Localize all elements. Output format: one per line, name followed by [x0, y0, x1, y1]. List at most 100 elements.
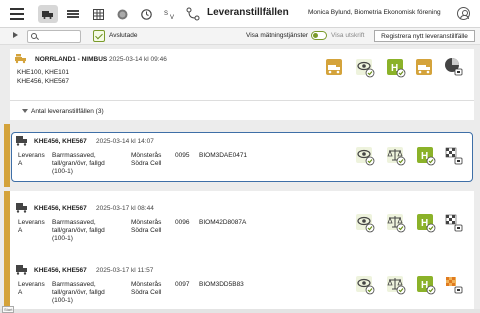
- truck-load-icon[interactable]: [326, 59, 342, 75]
- delivery-number: 0096: [175, 219, 190, 226]
- truck-icon: [16, 265, 27, 275]
- assortment-line1: Barrmassaved,: [52, 281, 96, 288]
- circle-tool-button[interactable]: [112, 5, 132, 23]
- divider: [10, 100, 474, 101]
- truck-icon: [42, 11, 53, 19]
- delivery-assortment: Barrmassaved, tall/gran/övr, fallgd (100-1…: [52, 281, 105, 305]
- page-title: Leveranstillfällen: [207, 7, 289, 18]
- bottom-bar: [0, 309, 480, 313]
- delivery-type: Leverans A: [18, 152, 45, 168]
- assortment-line3: (100-1): [52, 168, 73, 175]
- delivery-place: Mönsterås Södra Cell: [131, 281, 161, 297]
- user-icon[interactable]: [457, 7, 470, 20]
- routing-icon: [186, 7, 200, 21]
- delivery-date: 2025-03-17 kl 11:57: [96, 267, 154, 274]
- circle-icon: [117, 9, 127, 19]
- place-line1: Mönsterås: [131, 281, 162, 288]
- svg-text:S: S: [164, 11, 168, 17]
- group-vehicles-1: KHE100, KHE101: [17, 69, 70, 76]
- h-check-icon[interactable]: H: [417, 214, 437, 234]
- delivery-number: 0095: [175, 152, 190, 159]
- play-icon[interactable]: [13, 32, 18, 38]
- h-check-icon[interactable]: H: [387, 59, 407, 79]
- h-check-icon[interactable]: H: [417, 147, 437, 167]
- checkered-flag-lock-icon[interactable]: [444, 213, 464, 233]
- delivery-type-line1: Leverans: [18, 281, 45, 288]
- delivery-type: Leverans A: [18, 281, 45, 297]
- assortment-line1: Barrmassaved,: [52, 152, 96, 159]
- user-name: Monica Bylund, Biometria Ekonomisk fören…: [308, 9, 441, 16]
- delivery-assortment: Barrmassaved, tall/gran/övr, fallgd (100-1…: [52, 152, 105, 176]
- delivery-place: Mönsterås Södra Cell: [131, 219, 161, 235]
- group-vehicles-2: KHE456, KHE567: [17, 78, 70, 85]
- scale-check-icon[interactable]: [387, 147, 407, 167]
- truck-orange-icon[interactable]: [416, 59, 432, 75]
- assortment-line3: (100-1): [52, 235, 73, 242]
- grid-tool-button[interactable]: [88, 5, 108, 23]
- delivery-date: 2025-03-14 kl 14:07: [96, 138, 154, 145]
- row-accent: [4, 124, 10, 187]
- eye-check-icon[interactable]: [356, 214, 376, 234]
- bars-icon: [67, 10, 79, 18]
- svg-text:V: V: [170, 15, 174, 20]
- place-line2: Södra Cell: [131, 160, 162, 167]
- truck-tool-button[interactable]: [38, 5, 58, 23]
- assortment-line2: tall/gran/övr, fallgd: [52, 227, 105, 234]
- sv-tool-button[interactable]: SV: [160, 5, 180, 23]
- eye-check-icon[interactable]: [356, 59, 376, 79]
- group-date: 2025-03-14 kl 09:46: [109, 56, 167, 63]
- delivery-assortment: Barrmassaved, tall/gran/övr, fallgd (100-1…: [52, 219, 105, 243]
- scale-check-icon[interactable]: [387, 214, 407, 234]
- start-button[interactable]: Start: [2, 306, 15, 313]
- assortment-line1: Barrmassaved,: [52, 219, 96, 226]
- delivery-type-line2: A: [18, 160, 23, 167]
- delivery-vehicles: KHE456, KHE567: [34, 267, 87, 274]
- place-line1: Mönsterås: [131, 152, 162, 159]
- delivery-number: 0097: [175, 281, 190, 288]
- clock-icon: [140, 8, 152, 20]
- delivery-date: 2025-03-17 kl 08:44: [96, 205, 154, 212]
- menu-icon[interactable]: [10, 8, 24, 20]
- h-check-icon[interactable]: H: [417, 276, 437, 296]
- register-button[interactable]: Registrera nytt leveranstillfälle: [374, 30, 475, 42]
- group-title: NORRLAND1 - NIMBUS: [35, 56, 108, 63]
- place-line2: Södra Cell: [131, 289, 162, 296]
- delivery-id: BIOM3DD5B83: [199, 281, 244, 288]
- avslutade-label: Avslutade: [109, 32, 138, 39]
- matt-toggle[interactable]: [311, 31, 327, 40]
- truck-icon: [16, 203, 27, 213]
- visa-utskrift-label: Visa utskrift: [331, 32, 365, 39]
- delivery-type: Leverans A: [18, 219, 45, 235]
- delivery-type-line2: A: [18, 227, 23, 234]
- delivery-type-line1: Leverans: [18, 219, 45, 226]
- delivery-vehicles: KHE456, KHE567: [34, 138, 87, 145]
- delivery-type-line2: A: [18, 289, 23, 296]
- logs-tool-button[interactable]: [63, 5, 83, 23]
- place-line1: Mönsterås: [131, 219, 162, 226]
- collapse-icon[interactable]: [22, 109, 28, 113]
- orange-flag-lock-icon[interactable]: [444, 275, 464, 295]
- delivery-place: Mönsterås Södra Cell: [131, 152, 161, 168]
- delivery-type-line1: Leverans: [18, 152, 45, 159]
- pie-lock-icon[interactable]: [444, 57, 464, 77]
- assortment-line2: tall/gran/övr, fallgd: [52, 289, 105, 296]
- grid-icon: [92, 8, 104, 20]
- checkered-flag-lock-icon[interactable]: [444, 146, 464, 166]
- truck-icon: [16, 136, 27, 146]
- scale-check-icon[interactable]: [387, 276, 407, 296]
- sv-icon: SV: [164, 11, 174, 20]
- assortment-line3: (100-1): [52, 297, 73, 304]
- avslutade-checkbox[interactable]: [93, 30, 105, 42]
- clock-tool-button[interactable]: [136, 5, 156, 23]
- place-line2: Södra Cell: [131, 227, 162, 234]
- top-bar: SV Leveranstillfällen Monica Bylund, Bio…: [0, 0, 480, 28]
- eye-check-icon[interactable]: [356, 276, 376, 296]
- delivery-vehicles: KHE456, KHE567: [34, 205, 87, 212]
- search-icon: [31, 33, 37, 39]
- delivery-id: BIOM3DAE0471: [199, 152, 248, 159]
- matt-label: Visa mätningstjänster: [246, 32, 309, 39]
- filter-bar: Avslutade Visa mätningstjänster Visa uts…: [0, 28, 480, 45]
- eye-check-icon[interactable]: [356, 147, 376, 167]
- assortment-line2: tall/gran/övr, fallgd: [52, 160, 105, 167]
- delivery-count: Antal leveranstillfällen (3): [31, 108, 104, 115]
